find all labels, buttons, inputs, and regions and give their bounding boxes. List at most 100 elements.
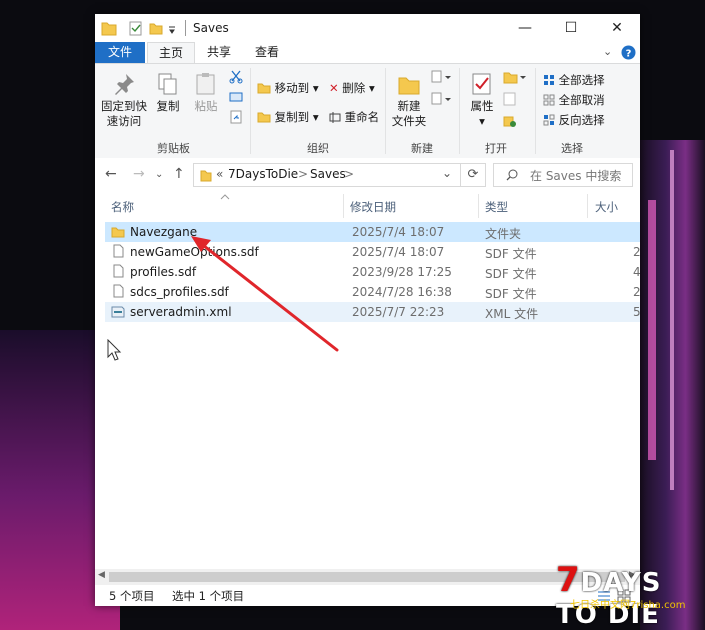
scroll-thumb[interactable] [109,572,625,582]
divider[interactable] [478,194,479,218]
history-icon[interactable] [503,114,517,128]
folder-icon [101,22,117,36]
open-icon[interactable] [503,70,527,84]
paste-button[interactable]: 粘贴 [191,72,221,114]
breadcrumb-separator[interactable]: > [298,167,308,181]
copy-to-icon [257,112,271,123]
forward-arrow-icon[interactable]: → [133,166,145,182]
divider [459,68,460,154]
tab-home[interactable]: 主页 [147,42,195,63]
move-to-icon [257,83,271,94]
delete-button[interactable]: ✕ 删除 ▾ [329,80,375,96]
rename-icon [329,112,341,123]
tab-view[interactable]: 查看 [247,42,287,63]
breadcrumb-parent[interactable]: 7DaysToDie [228,167,298,181]
copy-icon [158,73,177,95]
file-date: 2025/7/7 22:23 [352,305,445,319]
file-type: SDF 文件 [485,267,537,281]
select-none-button[interactable]: 全部取消 [543,92,605,108]
rename-button[interactable]: 重命名 [329,109,379,125]
pin-to-quick-access-button[interactable]: 固定到快 速访问 [101,72,147,129]
select-all-label: 全部选择 [558,73,605,87]
minimize-button[interactable]: — [502,14,548,42]
chevron-down-icon[interactable]: ⌄ [442,166,452,180]
file-icon [113,284,124,298]
new-folder-label: 新建 [397,99,421,113]
address-bar[interactable]: « 7DaysToDie > Saves > ⌄ [193,163,461,187]
new-item-icon[interactable] [431,70,453,84]
column-header-type[interactable]: 类型 [485,199,508,215]
customize-toolbar-icon[interactable] [167,19,177,37]
divider[interactable] [587,194,588,218]
background-stripe [670,150,674,490]
item-count: 5 个项目 [109,589,155,603]
file-type: 文件夹 [485,227,522,241]
edit-icon[interactable] [503,92,517,106]
new-group-label: 新建 [411,142,433,155]
breadcrumb-separator[interactable]: > [344,167,354,181]
invert-selection-button[interactable]: 反向选择 [543,112,605,128]
cut-icon[interactable] [229,70,243,84]
properties-button[interactable]: 属性 ▾ [465,72,499,129]
column-header-size[interactable]: 大小 [595,199,618,215]
folder-icon [111,227,125,238]
selected-count: 选中 1 个项目 [172,589,245,603]
organize-group-label: 组织 [307,142,329,155]
chevron-down-icon[interactable]: ⌄ [603,45,612,58]
help-icon[interactable]: ? [621,45,636,60]
maximize-button[interactable]: ☐ [548,14,594,42]
column-header-name[interactable]: 名称 [111,199,134,215]
xml-file-icon [111,306,125,318]
new-folder-icon [398,77,420,95]
divider [250,68,251,154]
select-all-button[interactable]: 全部选择 [543,72,605,88]
file-date: 2025/7/4 18:07 [352,245,445,259]
dropdown-arrow-icon: ▾ [368,81,375,95]
copy-to-button[interactable]: 复制到 ▾ [257,109,319,125]
file-size: 4 [633,265,641,279]
breadcrumb-current[interactable]: Saves [310,167,346,181]
up-arrow-icon[interactable]: ↑ [173,166,185,182]
new-folder-button[interactable]: 新建 文件夹 [389,72,429,129]
tab-file[interactable]: 文件 [95,42,145,63]
open-group-label: 打开 [485,142,507,155]
file-type: XML 文件 [485,307,539,321]
back-arrow-icon[interactable]: ← [105,166,117,182]
new-folder-icon[interactable] [149,19,163,37]
paste-shortcut-icon[interactable] [229,110,243,124]
properties-icon[interactable] [129,19,143,37]
background-stripe [648,200,656,460]
new-folder-label: 文件夹 [391,114,427,128]
select-none-icon [543,94,555,106]
watermark: 7DAYS TO DIE 七日杀中文网7risha.com [556,560,701,630]
file-size: 2 [633,245,641,259]
properties-label: 属性 [470,99,494,113]
copy-path-icon[interactable] [229,90,243,104]
delete-icon: ✕ [329,81,339,95]
select-group-label: 选择 [561,142,583,155]
invert-selection-icon [543,114,555,126]
breadcrumb-overflow[interactable]: « [216,167,223,181]
search-input[interactable]: 在 Saves 中搜索 [493,163,633,187]
refresh-button[interactable]: ⟳ [461,163,486,187]
column-header-date[interactable]: 修改日期 [350,199,396,215]
rename-label: 重命名 [344,110,380,124]
file-icon [113,244,124,258]
divider [185,20,186,36]
scroll-left-icon[interactable]: ◀ [98,570,105,580]
copy-button[interactable]: 复制 [153,72,183,114]
move-to-button[interactable]: 移动到 ▾ [257,80,319,96]
file-date: 2025/7/4 18:07 [352,225,445,239]
pin-label: 固定到快 [101,99,147,113]
easy-access-icon[interactable] [431,92,453,106]
pin-label: 速访问 [106,114,142,128]
sort-up-icon [220,194,230,200]
divider[interactable] [343,194,344,218]
recent-locations-icon[interactable]: ⌄ [155,169,163,180]
watermark-seven: 7 [556,560,581,600]
tab-share[interactable]: 共享 [199,42,239,63]
ribbon-tabs: 文件 主页 共享 查看 ⌄ ? [95,42,640,63]
delete-label: 删除 [342,81,366,95]
annotation-arrow [191,236,339,352]
close-button[interactable]: ✕ [594,14,640,42]
